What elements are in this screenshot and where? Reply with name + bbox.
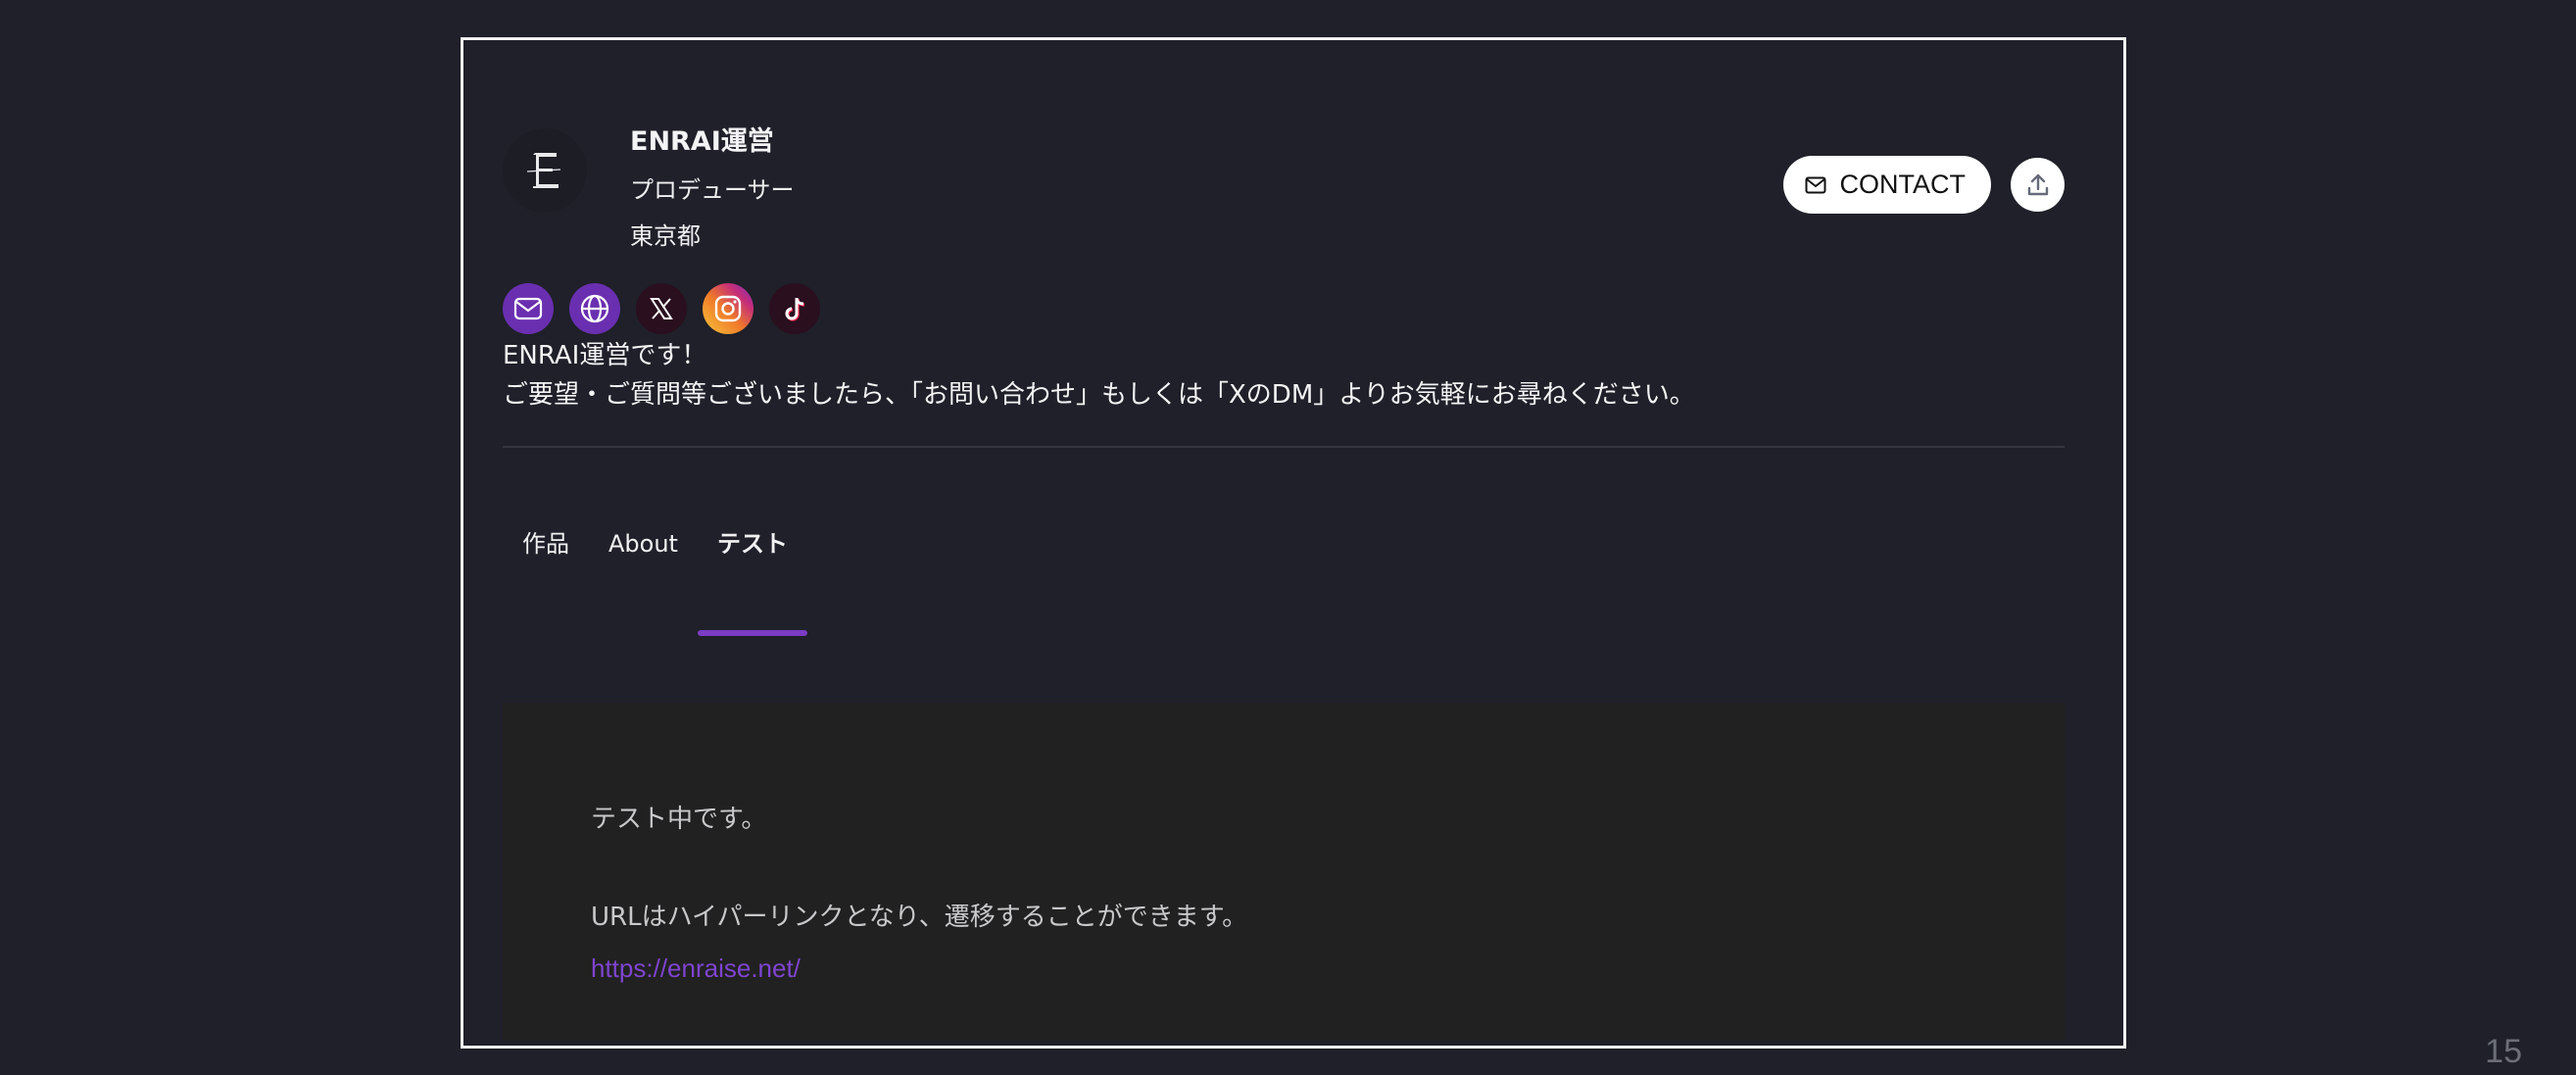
tab-works[interactable]: 作品 <box>503 518 589 636</box>
divider <box>503 446 2065 448</box>
profile-role: プロデューサー <box>630 176 795 204</box>
mail-icon <box>1805 176 1825 193</box>
tab-content-panel: テスト中です。 URLはハイパーリンクとなり、遷移することができます。 http… <box>503 703 2065 1041</box>
header-actions: CONTACT <box>1782 156 2065 214</box>
x-logo-icon <box>650 298 673 319</box>
content-text: URLはハイパーリンクとなり、遷移することができます。 <box>591 903 1248 932</box>
share-button[interactable] <box>2011 158 2065 212</box>
profile-info: ENRAI運営 プロデューサー 東京都 <box>630 121 795 260</box>
social-instagram-link[interactable] <box>703 283 753 334</box>
profile-location: 東京都 <box>630 222 701 250</box>
contact-button-label: CONTACT <box>1839 170 1967 199</box>
social-mail-link[interactable] <box>503 283 554 334</box>
bio-line: ENRAI運営です！ <box>503 341 707 370</box>
contact-button[interactable]: CONTACT <box>1782 156 1991 214</box>
social-tiktok-link[interactable] <box>769 283 820 334</box>
profile-name: ENRAI運営 <box>630 126 774 157</box>
active-tab-indicator <box>697 630 807 636</box>
globe-icon <box>580 294 609 323</box>
tab-label: 作品 <box>522 530 569 558</box>
profile-tabs: 作品 About テスト <box>503 518 807 636</box>
instagram-icon <box>714 295 742 322</box>
tab-test[interactable]: テスト <box>697 518 807 636</box>
social-links <box>503 283 820 334</box>
enrai-logo-icon <box>526 153 561 188</box>
profile-card: ENRAI運営 プロデューサー 東京都 CONTACT ENRAI運営です！ ご… <box>461 37 2126 1049</box>
social-x-link[interactable] <box>636 283 687 334</box>
content-hyperlink[interactable]: https://enraise.net/ <box>591 949 1247 988</box>
profile-header: ENRAI運営 プロデューサー 東京都 CONTACT <box>503 70 2065 250</box>
tab-about[interactable]: About <box>589 518 698 636</box>
tab-label: テスト <box>716 530 788 558</box>
upload-icon <box>2027 173 2048 195</box>
social-website-link[interactable] <box>569 283 620 334</box>
tiktok-icon <box>785 297 805 321</box>
tab-content: テスト中です。 URLはハイパーリンクとなり、遷移することができます。 http… <box>591 800 1247 988</box>
bio-line: ご要望・ご質問等ございましたら、「お問い合わせ」もしくは「XのDM」よりお気軽に… <box>503 380 1695 410</box>
profile-bio: ENRAI運営です！ ご要望・ご質問等ございましたら、「お問い合わせ」もしくは「… <box>503 336 2065 415</box>
content-text: テスト中です。 <box>591 805 767 834</box>
avatar <box>503 128 587 213</box>
mail-icon <box>513 297 543 320</box>
page-number: 15 <box>2485 1033 2522 1070</box>
tab-label: About <box>608 530 678 558</box>
